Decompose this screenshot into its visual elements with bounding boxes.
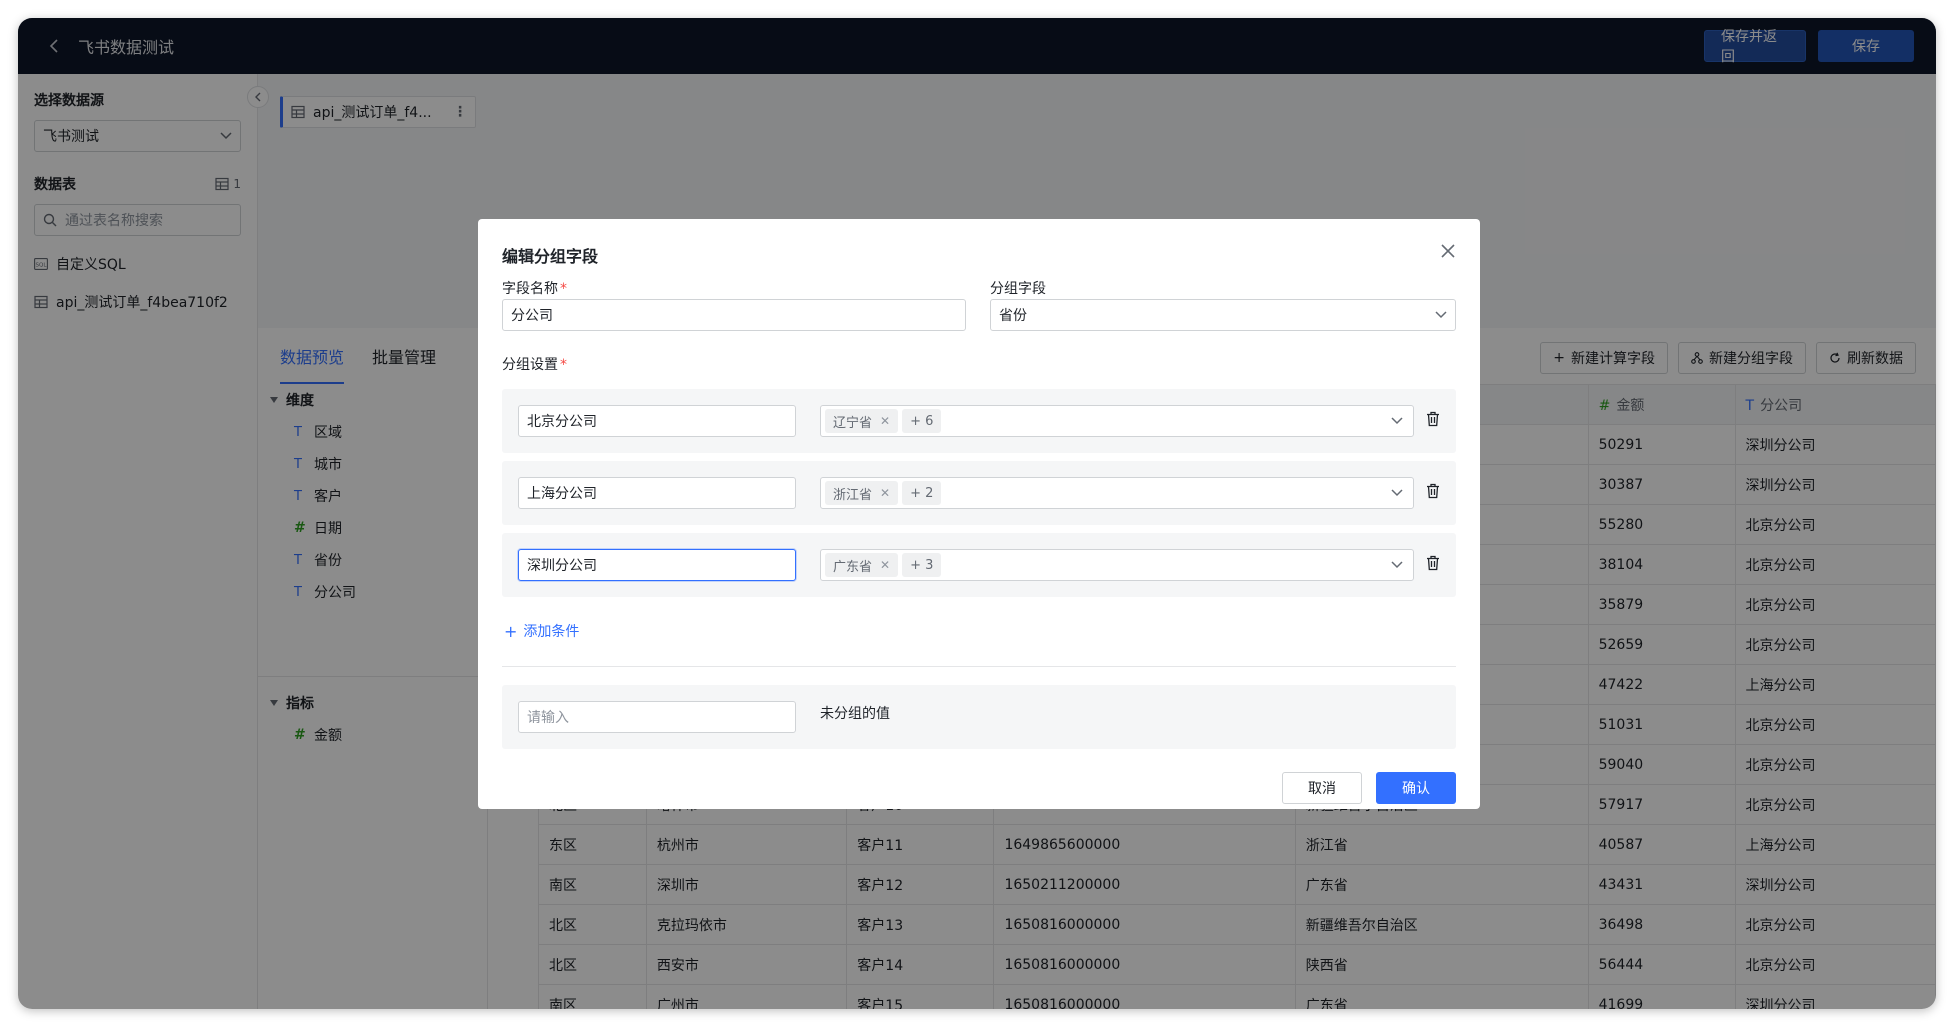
group-name-input[interactable]: 上海分公司 xyxy=(518,477,796,509)
field-name-input[interactable]: 分公司 xyxy=(502,299,966,331)
group-settings-label-text: 分组设置 xyxy=(502,357,558,373)
more-tags-badge: + 6 xyxy=(902,409,942,433)
group-name-value: 上海分公司 xyxy=(527,486,597,502)
value-tag: 浙江省 ✕ xyxy=(825,481,899,505)
delete-icon[interactable] xyxy=(1424,409,1442,429)
chevron-down-icon xyxy=(1391,489,1403,497)
required-mark: * xyxy=(560,281,567,297)
group-row: 北京分公司 辽宁省 ✕ + 6 xyxy=(502,389,1456,453)
remove-tag-icon[interactable]: ✕ xyxy=(880,486,890,500)
group-name-value: 深圳分公司 xyxy=(527,558,597,574)
group-values-select[interactable]: 广东省 ✕ + 3 xyxy=(820,549,1414,581)
ungrouped-placeholder: 请输入 xyxy=(527,710,569,726)
ungrouped-label: 未分组的值 xyxy=(820,706,890,722)
group-name-value: 北京分公司 xyxy=(527,414,597,430)
value-tag-label: 广东省 xyxy=(833,559,873,575)
remove-tag-icon[interactable]: ✕ xyxy=(880,558,890,572)
cancel-button[interactable]: 取消 xyxy=(1282,772,1362,804)
value-tag-label: 浙江省 xyxy=(833,487,873,503)
required-mark: * xyxy=(560,357,567,373)
value-tag: 辽宁省 ✕ xyxy=(825,409,899,433)
chevron-down-icon xyxy=(1435,311,1447,319)
confirm-button[interactable]: 确认 xyxy=(1376,772,1456,804)
edit-group-field-dialog: 编辑分组字段 字段名称 * 分公司 分组字段 省份 分组设置 * 北京分公司 辽宁省… xyxy=(478,219,1480,809)
more-tags-badge: + 3 xyxy=(902,553,942,577)
remove-tag-icon[interactable]: ✕ xyxy=(880,414,890,428)
close-icon[interactable] xyxy=(1436,239,1460,263)
field-name-label-text: 字段名称 xyxy=(502,281,558,297)
group-row: 深圳分公司 广东省 ✕ + 3 xyxy=(502,533,1456,597)
divider xyxy=(502,666,1456,667)
field-name-value: 分公司 xyxy=(511,308,553,324)
ungrouped-row: 请输入 未分组的值 xyxy=(502,685,1456,749)
app-window: 飞书数据测试 保存并返回 保存 选择数据源 飞书测试 数据表 1 通过表名称搜索… xyxy=(18,18,1936,1009)
dialog-title: 编辑分组字段 xyxy=(502,247,599,266)
add-condition-button[interactable]: + 添加条件 xyxy=(504,621,579,641)
more-tags-badge: + 2 xyxy=(902,481,942,505)
group-field-value: 省份 xyxy=(999,308,1027,324)
group-row: 上海分公司 浙江省 ✕ + 2 xyxy=(502,461,1456,525)
group-settings-label: 分组设置 * xyxy=(502,354,567,374)
group-name-input[interactable]: 北京分公司 xyxy=(518,405,796,437)
delete-icon[interactable] xyxy=(1424,481,1442,501)
group-name-input[interactable]: 深圳分公司 xyxy=(518,549,796,581)
group-values-select[interactable]: 辽宁省 ✕ + 6 xyxy=(820,405,1414,437)
group-field-select[interactable]: 省份 xyxy=(990,299,1456,331)
delete-icon[interactable] xyxy=(1424,553,1442,573)
chevron-down-icon xyxy=(1391,417,1403,425)
add-condition-label: 添加条件 xyxy=(523,624,580,640)
field-name-label: 字段名称 * xyxy=(502,278,567,298)
plus-icon: + xyxy=(504,621,518,641)
value-tag-label: 辽宁省 xyxy=(833,415,873,431)
group-values-select[interactable]: 浙江省 ✕ + 2 xyxy=(820,477,1414,509)
chevron-down-icon xyxy=(1391,561,1403,569)
group-field-label: 分组字段 xyxy=(990,281,1046,297)
ungrouped-name-input[interactable]: 请输入 xyxy=(518,701,796,733)
value-tag: 广东省 ✕ xyxy=(825,553,899,577)
